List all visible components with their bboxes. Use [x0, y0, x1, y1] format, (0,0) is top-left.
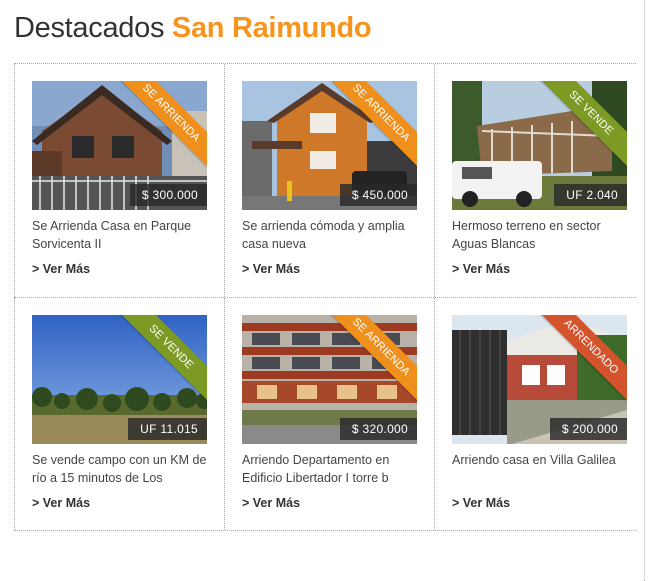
listings-row: SE ARRIENDA $ 300.000 Se Arrienda Casa e… — [14, 63, 636, 297]
price-badge: UF 2.040 — [554, 184, 627, 206]
listing-title[interactable]: Se vende campo con un KM de río a 15 min… — [32, 451, 210, 489]
price-badge: $ 450.000 — [339, 184, 417, 206]
listing-title[interactable]: Arriendo casa en Villa Galilea — [452, 451, 630, 489]
listing-card: SE VENDE UF 11.015 Se vende campo con un… — [14, 298, 224, 530]
listing-title[interactable]: Se Arrienda Casa en Parque Sorvicenta II — [32, 217, 210, 255]
listing-photo[interactable]: ARRENDADO $ 200.000 — [452, 315, 627, 444]
listing-card: SE ARRIENDA $ 450.000 Se arrienda cómoda… — [224, 64, 434, 297]
see-more-link[interactable]: > Ver Más — [32, 496, 90, 510]
listing-title[interactable]: Arriendo Departamento en Edificio Libert… — [242, 451, 420, 489]
listing-photo[interactable]: SE VENDE UF 2.040 — [452, 81, 627, 210]
listing-card: SE ARRIENDA $ 320.000 Arriendo Departame… — [224, 298, 434, 530]
listing-photo[interactable]: SE ARRIENDA $ 450.000 — [242, 81, 417, 210]
listing-photo[interactable]: SE ARRIENDA $ 300.000 — [32, 81, 207, 210]
listing-card: ARRENDADO $ 200.000 Arriendo casa en Vil… — [434, 298, 636, 530]
listing-card: SE VENDE UF 2.040 Hermoso terreno en sec… — [434, 64, 636, 297]
price-badge: $ 300.000 — [129, 184, 207, 206]
page-title: Destacados San Raimundo — [14, 10, 372, 46]
listing-title[interactable]: Se arrienda cómoda y amplia casa nueva — [242, 217, 420, 255]
see-more-link[interactable]: > Ver Más — [452, 496, 510, 510]
price-badge: UF 11.015 — [128, 418, 207, 440]
listings-grid: SE ARRIENDA $ 300.000 Se Arrienda Casa e… — [14, 63, 636, 531]
see-more-link[interactable]: > Ver Más — [242, 262, 300, 276]
price-badge: $ 320.000 — [339, 418, 417, 440]
listing-photo[interactable]: SE ARRIENDA $ 320.000 — [242, 315, 417, 444]
listing-title[interactable]: Hermoso terreno en sector Aguas Blancas — [452, 217, 630, 255]
see-more-link[interactable]: > Ver Más — [242, 496, 300, 510]
price-badge: $ 200.000 — [549, 418, 627, 440]
see-more-link[interactable]: > Ver Más — [452, 262, 510, 276]
title-accent: San Raimundo — [171, 12, 372, 44]
title-prefix: Destacados — [14, 12, 165, 44]
listing-photo[interactable]: SE VENDE UF 11.015 — [32, 315, 207, 444]
listing-card: SE ARRIENDA $ 300.000 Se Arrienda Casa e… — [14, 64, 224, 297]
see-more-link[interactable]: > Ver Más — [32, 262, 90, 276]
listings-row: SE VENDE UF 11.015 Se vende campo con un… — [14, 297, 636, 531]
